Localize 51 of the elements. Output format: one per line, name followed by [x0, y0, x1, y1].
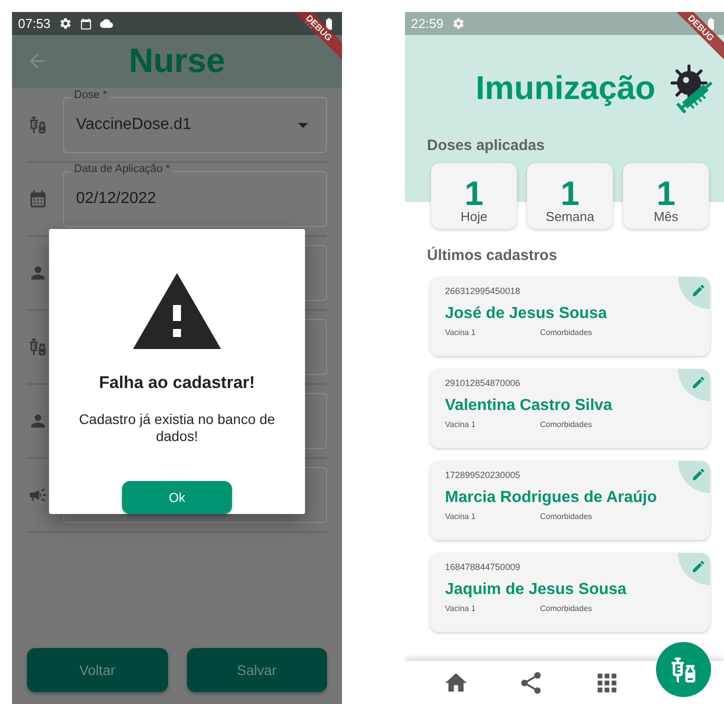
stat-value: 1	[464, 179, 484, 209]
record-id: 266312995450018	[445, 286, 522, 296]
app-title: Nurse	[128, 42, 226, 81]
pencil-icon	[690, 466, 706, 482]
comorbidities-text: Comorbidades	[540, 512, 594, 521]
section-heading: Últimos cadastros	[426, 247, 558, 264]
status-time: 07:53	[18, 16, 51, 31]
caret-icon	[298, 122, 308, 128]
record-card[interactable]: 266312995450018 José de Jesus Sousa Vacina 1 Comorbidades	[430, 277, 710, 356]
comorbidities-text: Comorbidades	[540, 420, 594, 429]
stat-value: 1	[560, 179, 580, 209]
dialog-title: Falha ao cadastrar!	[99, 373, 255, 393]
field-label: Data de Aplicação *	[71, 163, 174, 175]
save-button[interactable]: Salvar	[186, 648, 327, 692]
record-name: Valentina Castro Silva	[445, 397, 614, 415]
dialog-message: Cadastro já existia no banco de dados!	[78, 411, 276, 445]
stat-label: Mês	[654, 209, 678, 224]
record-name: José de Jesus Sousa	[445, 305, 608, 323]
record-id: 172899520230005	[445, 470, 522, 480]
record-id: 168478844750009	[445, 562, 522, 572]
record-card[interactable]: 291012854870006 Valentina Castro Silva Vacina 1 Comorbidades	[430, 369, 710, 448]
vaccine-icon	[668, 654, 698, 684]
stat-value: 1	[656, 179, 676, 209]
comorbidities-text: Comorbidades	[540, 604, 594, 613]
record-name: Marcia Rodrigues de Araújo	[445, 489, 658, 507]
vaccine-text: Vacina 1	[445, 420, 477, 429]
settings-icon	[58, 17, 72, 30]
stat-label: Semana	[546, 209, 594, 224]
record-id: 291012854870006	[445, 378, 522, 388]
pencil-icon	[690, 558, 706, 574]
record-card[interactable]: 168478844750009 Jaquim de Jesus Sousa Vacina 1 Comorbidades	[430, 553, 710, 632]
dropdown-value: VaccineDose.d1	[76, 116, 192, 134]
calendar-icon	[80, 18, 92, 30]
date-value: 02/12/2022	[76, 190, 158, 208]
record-card[interactable]: 172899520230005 Marcia Rodrigues de Araújo Vacina 1 Comorbidades	[430, 461, 710, 540]
vaccine-text: Vacina 1	[445, 604, 477, 613]
settings-icon	[452, 17, 465, 30]
vaccine-text: Vacina 1	[445, 328, 477, 337]
page-title: Imunização	[476, 69, 656, 107]
record-name: Jaquim de Jesus Sousa	[445, 581, 628, 599]
pencil-icon	[690, 282, 706, 298]
section-heading: Doses aplicadas	[426, 137, 546, 154]
cloud-icon	[100, 17, 113, 30]
ok-button[interactable]: Ok	[122, 481, 232, 514]
stat-label: Hoje	[460, 209, 488, 224]
field-label: Dose *	[71, 89, 110, 101]
vaccine-text: Vacina 1	[445, 512, 477, 521]
pencil-icon	[690, 374, 706, 390]
back-button[interactable]: Voltar	[27, 648, 168, 692]
status-time: 22:59	[411, 16, 444, 31]
comorbidities-text: Comorbidades	[540, 328, 594, 337]
